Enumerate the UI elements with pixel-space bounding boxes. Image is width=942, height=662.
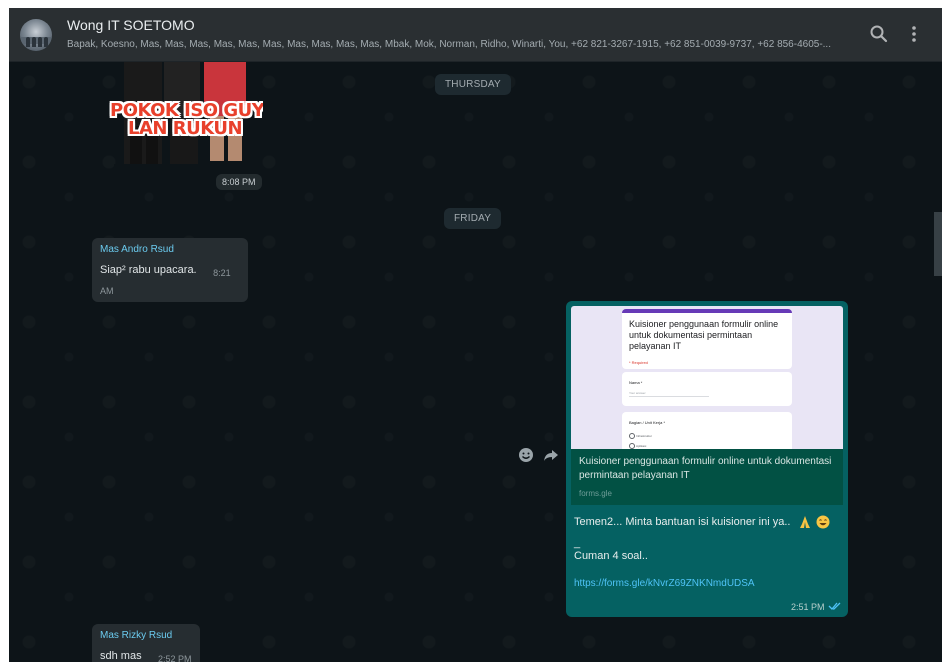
message-text: Siap² rabu upacara. [100,264,197,276]
date-chip-thursday: THURSDAY [435,74,511,95]
chat-header[interactable]: Wong IT SOETOMO Bapak, Koesno, Mas, Mas,… [9,8,942,62]
message-line: Cuman 4 soal.. [574,550,648,562]
whatsapp-window: Wong IT SOETOMO Bapak, Koesno, Mas, Mas,… [9,8,942,662]
form-required-note: * Required [629,360,648,365]
double-check-icon [828,602,841,610]
chat-scrollbar[interactable] [934,212,942,276]
message-link[interactable]: https://forms.gle/kNvrZ69ZNKNmdUDSA [574,577,755,591]
group-title[interactable]: Wong IT SOETOMO [67,17,195,33]
message-line: _ [574,537,581,549]
message-line: Temen2... Minta bantuan isi kuisioner in… [574,516,791,528]
sender-name[interactable]: Mas Andro Rsud [100,244,240,255]
sticker-time: 8:08 PM [216,174,262,190]
grinning-emoji-icon [816,515,830,529]
menu-icon[interactable] [902,22,926,46]
link-preview-footer[interactable]: Kuisioner penggunaan formulir online unt… [571,449,843,505]
form-option: Aplikasi [636,444,647,448]
form-option: Infrastruktur [636,434,653,438]
sticker-message[interactable]: POKOK ISO GUYUB LAN RUKUN [108,62,263,174]
form-title: Kuisioner penggunaan formulir online unt… [629,319,779,351]
form-header-card: Kuisioner penggunaan formulir online unt… [622,309,792,369]
message-time: 2:51 PM [791,602,825,612]
sender-name[interactable]: Mas Rizky Rsud [100,630,192,641]
form-name-label: Nama * [629,380,643,385]
folded-hands-emoji-icon [799,516,810,529]
form-name-hint: Your answer [629,391,646,395]
form-bagian-label: Bagian / Unit Kerja * [629,420,666,425]
emoji-react-icon[interactable] [518,447,534,463]
chat-area[interactable]: POKOK ISO GUYUB LAN RUKUN 8:08 PM THURSD… [9,62,942,662]
form-name-card: Nama * Your answer [622,372,792,406]
search-icon[interactable] [867,22,891,46]
link-preview-image[interactable]: Kuisioner penggunaan formulir online unt… [571,306,843,449]
participants-list: Bapak, Koesno, Mas, Mas, Mas, Mas, Mas, … [67,39,831,50]
message-text: sdh mas [100,650,142,662]
form-bagian-card: Bagian / Unit Kerja * Infrastruktur Apli… [622,412,792,449]
sticker-text-line2: LAN RUKUN [128,118,243,139]
link-preview-domain: forms.gle [579,489,612,498]
group-avatar[interactable] [20,19,52,51]
date-chip-friday: FRIDAY [444,208,502,229]
outgoing-message[interactable]: Kuisioner penggunaan formulir online unt… [566,301,848,617]
forward-icon[interactable] [543,447,559,463]
incoming-message[interactable]: Mas Rizky Rsud sdh mas 2:52 PM [92,624,200,662]
message-time: 2:52 PM [158,654,192,662]
link-preview-title: Kuisioner penggunaan formulir online unt… [579,456,832,481]
incoming-message[interactable]: Mas Andro Rsud Siap² rabu upacara. 8:21 … [92,238,248,302]
